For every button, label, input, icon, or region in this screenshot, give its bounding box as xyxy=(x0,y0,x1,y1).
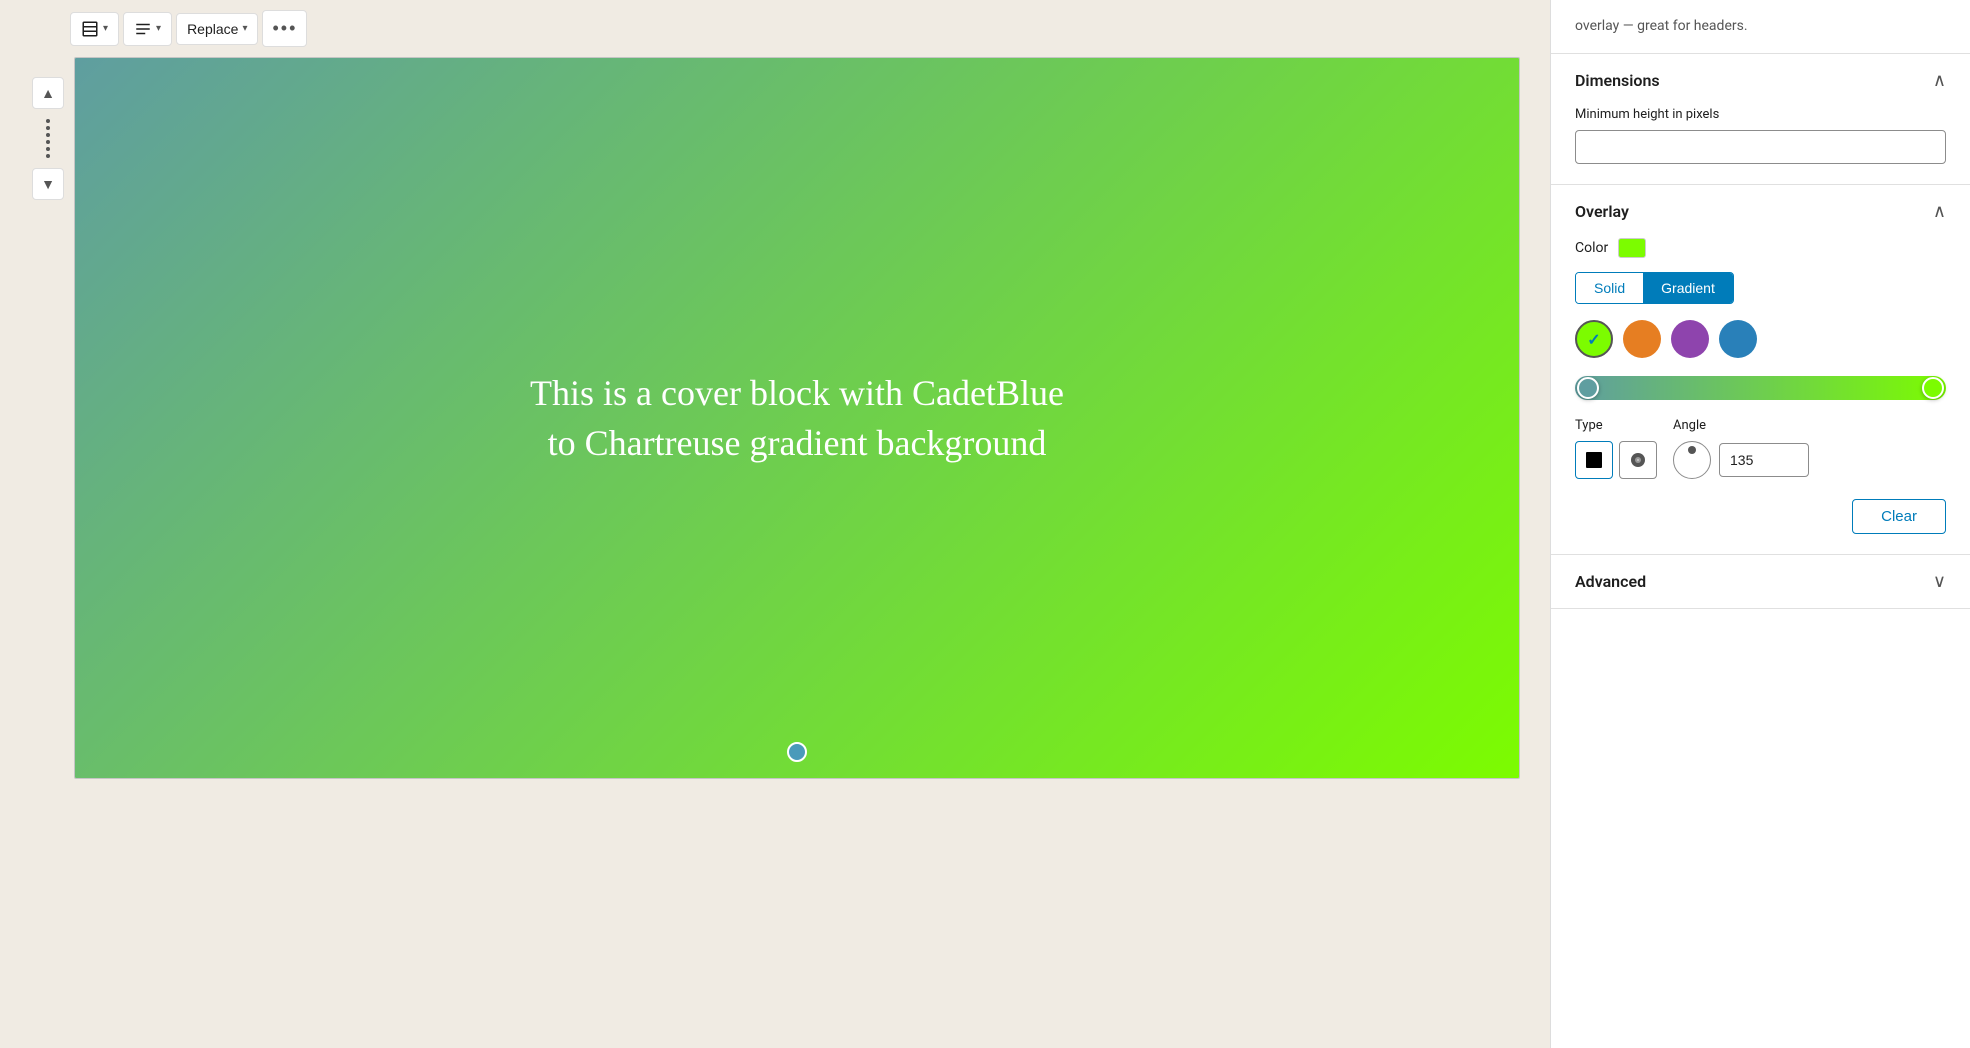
cover-block[interactable]: This is a cover block with CadetBlue to … xyxy=(74,57,1520,779)
dimensions-title: Dimensions xyxy=(1575,71,1660,90)
type-buttons xyxy=(1575,441,1657,479)
min-height-input[interactable] xyxy=(1575,130,1946,164)
linear-gradient-button[interactable] xyxy=(1575,441,1613,479)
gradient-thumb-start[interactable] xyxy=(1577,377,1599,399)
angle-group: Angle xyxy=(1673,418,1809,479)
overlay-title: Overlay xyxy=(1575,202,1629,221)
advanced-title: Advanced xyxy=(1575,572,1646,591)
angle-label: Angle xyxy=(1673,418,1809,433)
move-down-button[interactable]: ▼ xyxy=(32,168,64,200)
chevron-up-icon: ▲ xyxy=(41,85,55,102)
radial-gradient-button[interactable] xyxy=(1619,441,1657,479)
dimensions-collapse-icon: ∧ xyxy=(1933,70,1946,91)
angle-number-input[interactable] xyxy=(1719,443,1809,477)
color-row: Color xyxy=(1575,238,1946,258)
gradient-thumb-end[interactable] xyxy=(1922,377,1944,399)
swatch-blue[interactable] xyxy=(1719,320,1757,358)
linear-gradient-icon xyxy=(1584,450,1604,470)
resize-handle[interactable] xyxy=(787,742,807,762)
move-up-button[interactable]: ▲ xyxy=(32,77,64,109)
overlay-section: Overlay ∧ Color Solid Gradient ✓ xyxy=(1551,185,1970,555)
cover-wrapper: ▲ ▼ This is a cover block with CadetBlue… xyxy=(0,57,1550,779)
sidebar: overlay — great for headers. Dimensions … xyxy=(1550,0,1970,1048)
replace-chevron: ▾ xyxy=(242,23,247,34)
type-label: Type xyxy=(1575,418,1657,433)
solid-tab[interactable]: Solid xyxy=(1576,273,1643,303)
type-group: Type xyxy=(1575,418,1657,479)
clear-button[interactable]: Clear xyxy=(1852,499,1946,534)
dimensions-section: Dimensions ∧ Minimum height in pixels xyxy=(1551,54,1970,185)
block-type-chevron: ▾ xyxy=(103,23,108,34)
advanced-header[interactable]: Advanced ∨ xyxy=(1551,555,1970,608)
align-chevron: ▾ xyxy=(156,23,161,34)
cover-background: This is a cover block with CadetBlue to … xyxy=(75,58,1519,778)
color-label: Color xyxy=(1575,240,1608,256)
overlay-collapse-icon: ∧ xyxy=(1933,201,1946,222)
replace-button[interactable]: Replace ▾ xyxy=(176,13,258,45)
align-button[interactable]: ▾ xyxy=(123,12,172,46)
gradient-slider-track[interactable] xyxy=(1575,376,1946,400)
block-toolbar: ▾ ▾ Replace ▾ ••• xyxy=(0,0,1550,57)
color-swatch[interactable] xyxy=(1618,238,1646,258)
advanced-collapse-icon: ∨ xyxy=(1933,571,1946,592)
ellipsis-icon: ••• xyxy=(272,18,297,38)
angle-dial-indicator xyxy=(1688,446,1696,454)
swatches-row: ✓ xyxy=(1575,320,1946,358)
swatch-purple[interactable] xyxy=(1671,320,1709,358)
cover-text[interactable]: This is a cover block with CadetBlue to … xyxy=(497,348,1097,489)
chevron-down-icon: ▼ xyxy=(41,176,55,193)
selected-checkmark: ✓ xyxy=(1587,330,1600,349)
gradient-tab[interactable]: Gradient xyxy=(1643,273,1733,303)
gradient-slider-wrap xyxy=(1575,376,1946,400)
sidebar-description: overlay — great for headers. xyxy=(1551,0,1970,54)
dimensions-body: Minimum height in pixels xyxy=(1551,107,1970,184)
angle-dial[interactable] xyxy=(1673,441,1711,479)
min-height-label: Minimum height in pixels xyxy=(1575,107,1946,122)
side-controls: ▲ ▼ xyxy=(30,57,66,200)
advanced-section: Advanced ∨ xyxy=(1551,555,1970,609)
swatch-green[interactable]: ✓ xyxy=(1575,320,1613,358)
more-options-button[interactable]: ••• xyxy=(262,10,307,47)
block-type-button[interactable]: ▾ xyxy=(70,12,119,46)
angle-input-wrap xyxy=(1673,441,1809,479)
cover-block-icon xyxy=(81,20,99,38)
drag-handle[interactable] xyxy=(46,119,50,158)
radial-gradient-icon xyxy=(1628,450,1648,470)
align-icon xyxy=(134,20,152,38)
overlay-header[interactable]: Overlay ∧ xyxy=(1551,185,1970,238)
solid-gradient-toggle: Solid Gradient xyxy=(1575,272,1734,304)
dimensions-header[interactable]: Dimensions ∧ xyxy=(1551,54,1970,107)
swatch-orange[interactable] xyxy=(1623,320,1661,358)
clear-btn-row: Clear xyxy=(1575,499,1946,534)
overlay-body: Color Solid Gradient ✓ xyxy=(1551,238,1970,554)
type-angle-row: Type xyxy=(1575,418,1946,479)
